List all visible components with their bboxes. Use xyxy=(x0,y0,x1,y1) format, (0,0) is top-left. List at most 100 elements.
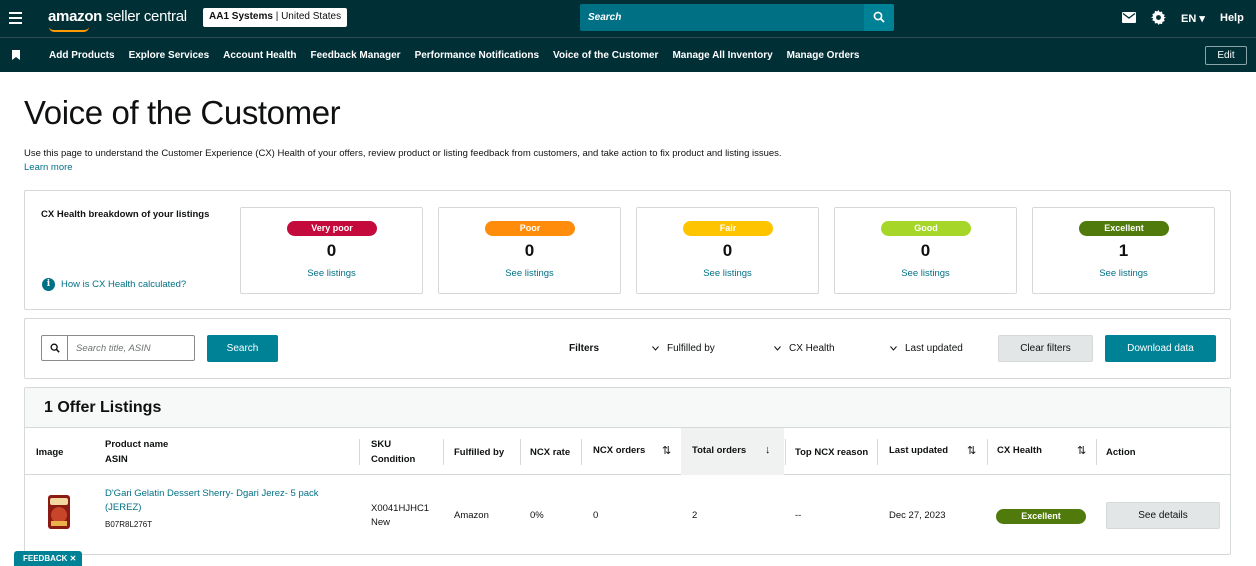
gear-icon[interactable] xyxy=(1151,10,1166,25)
feedback-tab[interactable]: FEEDBACK ✕ xyxy=(14,551,83,566)
mail-icon[interactable] xyxy=(1122,12,1136,23)
nav-item-account-health[interactable]: Account Health xyxy=(223,50,296,61)
listing-search-input[interactable] xyxy=(69,337,191,359)
fulfilled-by-dropdown[interactable]: Fulfilled by xyxy=(652,343,715,354)
download-data-button[interactable]: Download data xyxy=(1105,335,1216,362)
search-icon xyxy=(42,336,68,360)
bookmark-icon[interactable] xyxy=(12,50,20,60)
total-orders-value: 2 xyxy=(692,510,698,521)
cx-card-excellent: Excellent 1 See listings xyxy=(1032,207,1215,294)
nav-item-manage-all-inventory[interactable]: Manage All Inventory xyxy=(672,50,772,61)
cx-count-excellent: 1 xyxy=(1118,241,1129,260)
col-condition: Condition xyxy=(371,454,416,465)
col-product-name[interactable]: Product name xyxy=(105,437,168,452)
cx-count-very-poor: 0 xyxy=(326,241,337,260)
offer-listings-panel: 1 Offer Listings Image Product name ASIN… xyxy=(24,387,1231,555)
cx-health-filter-label: CX Health xyxy=(789,343,835,354)
col-ncx-orders[interactable]: NCX orders xyxy=(593,443,645,458)
nav-item-explore-services[interactable]: Explore Services xyxy=(129,50,210,61)
col-last-updated[interactable]: Last updated xyxy=(889,443,948,458)
cx-badge-poor: Poor xyxy=(485,221,575,236)
product-sku: X0041HJHC1 xyxy=(371,503,430,514)
col-top-ncx-reason[interactable]: Top NCX reason xyxy=(795,445,868,460)
product-thumbnail[interactable] xyxy=(45,493,73,531)
see-listings-good-link[interactable]: See listings xyxy=(835,268,1016,279)
see-details-button[interactable]: See details xyxy=(1106,502,1220,529)
see-listings-poor-link[interactable]: See listings xyxy=(439,268,620,279)
col-image: Image xyxy=(36,447,64,458)
nav-item-voice-of-the-customer[interactable]: Voice of the Customer xyxy=(553,50,658,61)
cx-badge-fair: Fair xyxy=(683,221,773,236)
sort-icon[interactable]: ⇅ xyxy=(662,444,671,457)
column-divider xyxy=(785,439,786,465)
column-divider xyxy=(1096,439,1097,465)
clear-filters-button[interactable]: Clear filters xyxy=(998,335,1093,362)
cx-health-how-link[interactable]: i How is CX Health calculated? xyxy=(42,278,186,291)
nav-item-add-products[interactable]: Add Products xyxy=(49,50,115,61)
global-search-button[interactable] xyxy=(864,4,894,31)
see-listings-very-poor-link[interactable]: See listings xyxy=(241,268,422,279)
cx-badge-very-poor: Very poor xyxy=(287,221,377,236)
account-switcher[interactable]: AA1 Systems | United States xyxy=(203,8,348,27)
last-updated-value: Dec 27, 2023 xyxy=(889,510,946,521)
cx-health-status-badge: Excellent xyxy=(996,509,1086,524)
search-button[interactable]: Search xyxy=(207,335,278,362)
cx-badge-good: Good xyxy=(881,221,971,236)
col-total-orders[interactable]: Total orders xyxy=(692,443,746,458)
filter-panel: Search Filters Fulfilled by CX Health La… xyxy=(24,318,1231,379)
sort-icon[interactable]: ⇅ xyxy=(967,444,976,457)
nav-item-manage-orders[interactable]: Manage Orders xyxy=(787,50,860,61)
cx-card-good: Good 0 See listings xyxy=(834,207,1017,294)
cx-health-panel: CX Health breakdown of your listings i H… xyxy=(24,190,1231,310)
col-cx-health[interactable]: CX Health xyxy=(997,443,1042,458)
col-fulfilled-by[interactable]: Fulfilled by xyxy=(454,445,504,460)
column-divider xyxy=(443,439,444,465)
product-asin: B07R8L276T xyxy=(105,520,153,529)
seller-central-logo[interactable]: amazon seller central xyxy=(48,8,187,25)
info-icon: i xyxy=(42,278,55,291)
search-icon xyxy=(873,11,885,23)
hamburger-icon[interactable] xyxy=(9,12,22,24)
help-link[interactable]: Help xyxy=(1220,12,1244,24)
chevron-down-icon xyxy=(774,346,781,351)
table-header: Image Product name ASIN SKU Condition Fu… xyxy=(25,428,1230,475)
see-listings-excellent-link[interactable]: See listings xyxy=(1033,268,1214,279)
column-divider xyxy=(581,439,582,465)
col-ncx-rate[interactable]: NCX rate xyxy=(530,445,570,460)
nav-item-performance-notifications[interactable]: Performance Notifications xyxy=(415,50,539,61)
edit-nav-button[interactable]: Edit xyxy=(1205,46,1247,65)
listings-title: 1 Offer Listings xyxy=(44,399,162,416)
cx-health-dropdown[interactable]: CX Health xyxy=(774,343,835,354)
col-sku[interactable]: SKU xyxy=(371,437,391,452)
column-divider xyxy=(520,439,521,465)
sort-descending-icon[interactable]: ↓ xyxy=(765,444,771,456)
cx-count-poor: 0 xyxy=(524,241,535,260)
global-search-input[interactable]: Search xyxy=(580,4,864,31)
last-updated-dropdown[interactable]: Last updated xyxy=(890,343,963,354)
product-condition: New xyxy=(371,517,391,528)
cx-health-how-label[interactable]: How is CX Health calculated? xyxy=(61,279,186,290)
product-name-link[interactable]: D'Gari Gelatin Dessert Sherry- Dgari Jer… xyxy=(105,487,350,515)
listings-header: 1 Offer Listings xyxy=(25,388,1230,428)
fulfilled-by-value: Amazon xyxy=(454,510,489,521)
logo-smile xyxy=(49,27,89,32)
column-divider xyxy=(359,439,360,465)
nav-item-feedback-manager[interactable]: Feedback Manager xyxy=(311,50,401,61)
language-selector[interactable]: EN ▾ xyxy=(1181,12,1205,25)
cx-count-fair: 0 xyxy=(722,241,733,260)
cx-card-fair: Fair 0 See listings xyxy=(636,207,819,294)
cx-badge-excellent: Excellent xyxy=(1079,221,1169,236)
cx-card-very-poor: Very poor 0 See listings xyxy=(240,207,423,294)
sort-icon[interactable]: ⇅ xyxy=(1077,444,1086,457)
chevron-down-icon xyxy=(890,346,897,351)
cx-health-title: CX Health breakdown of your listings xyxy=(41,209,210,220)
learn-more-link[interactable]: Learn more xyxy=(24,162,73,173)
cx-card-poor: Poor 0 See listings xyxy=(438,207,621,294)
page-description: Use this page to understand the Customer… xyxy=(24,148,782,159)
last-updated-filter-label: Last updated xyxy=(905,343,963,354)
cx-count-good: 0 xyxy=(920,241,931,260)
column-divider xyxy=(987,439,988,465)
listing-search-box xyxy=(41,335,195,361)
column-divider xyxy=(877,439,878,465)
see-listings-fair-link[interactable]: See listings xyxy=(637,268,818,279)
